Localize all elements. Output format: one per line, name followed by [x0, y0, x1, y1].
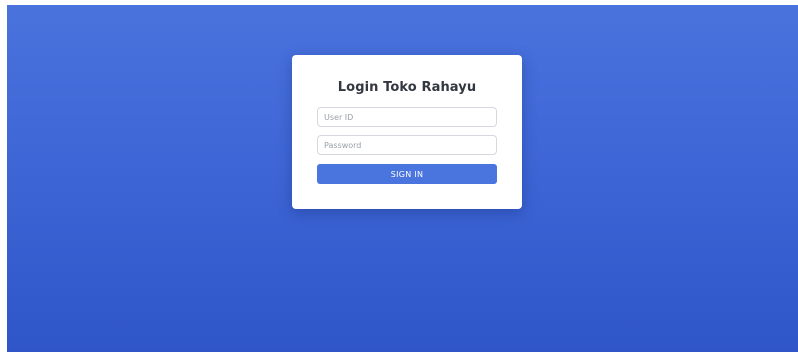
page-background: Login Toko Rahayu SIGN IN	[7, 5, 798, 352]
login-card: Login Toko Rahayu SIGN IN	[292, 55, 522, 209]
password-input[interactable]	[317, 135, 497, 155]
sign-in-button[interactable]: SIGN IN	[317, 164, 497, 184]
login-title: Login Toko Rahayu	[337, 80, 477, 95]
user-id-input[interactable]	[317, 107, 497, 127]
